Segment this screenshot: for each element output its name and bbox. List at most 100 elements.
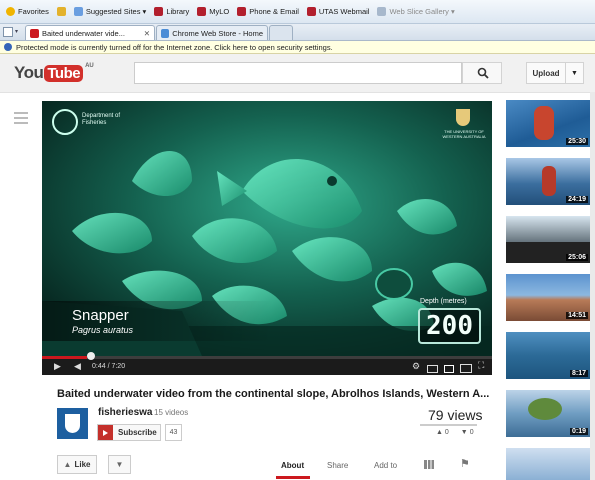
fav-library[interactable]: Library — [154, 7, 189, 16]
related-video-thumb[interactable]: 24:19 — [506, 158, 590, 205]
quick-tabs-icon[interactable] — [3, 27, 13, 37]
utas-icon — [197, 7, 207, 16]
tab-label: Chrome Web Store - Home — [172, 28, 263, 38]
channel-video-count[interactable]: 15 videos — [154, 408, 188, 417]
annotations-icon[interactable] — [427, 365, 438, 373]
thumb-duration: 25:06 — [566, 254, 588, 261]
subscribe-button[interactable]: Subscribe — [97, 424, 161, 441]
add-favorite-button[interactable] — [56, 7, 66, 16]
related-video-thumb[interactable] — [506, 448, 590, 480]
like-label: Like — [74, 460, 91, 469]
related-video-thumb[interactable]: 8:17 — [506, 332, 590, 379]
scrubber-handle[interactable] — [87, 352, 95, 360]
youtube-header: You Tube AU Upload ▼ — [0, 54, 595, 93]
youtube-play-icon — [98, 425, 113, 440]
species-latin-name: Pagrus auratus — [72, 325, 134, 335]
tab-label: Baited underwater vide... — [42, 28, 125, 38]
fav-web-slice-gallery[interactable]: Web Slice Gallery ▾ — [377, 7, 455, 16]
fav-utas-webmail[interactable]: UTAS Webmail — [306, 7, 369, 16]
protected-mode-infobar[interactable]: Protected mode is currently turned off f… — [0, 41, 595, 54]
chevron-down-icon: ▼ — [571, 69, 578, 77]
fav-phone-email[interactable]: Phone & Email — [237, 7, 299, 16]
like-count-group: ▲ 0 — [436, 429, 449, 436]
volume-icon[interactable]: ◀ — [74, 361, 81, 372]
tab-chrome-web-store[interactable]: Chrome Web Store - Home — [156, 25, 268, 40]
dislike-count-group: ▼ 0 — [461, 429, 474, 436]
related-video-thumb[interactable]: 14:51 — [506, 274, 590, 321]
tab-share[interactable]: Share — [327, 461, 348, 470]
shield-warning-icon — [4, 43, 12, 51]
dislike-count: 0 — [469, 429, 474, 436]
fav-label: Web Slice Gallery ▾ — [389, 7, 455, 16]
species-common-name: Snapper — [72, 307, 129, 324]
thumbs-down-icon: ▼ — [115, 460, 124, 469]
thumb-duration: 25:30 — [566, 138, 588, 145]
fav-mylo[interactable]: MyLO — [197, 7, 229, 16]
settings-gear-icon[interactable]: ⚙ — [412, 361, 420, 372]
crest-icon — [65, 414, 80, 433]
tab-youtube-video[interactable]: Baited underwater vide... ✕ — [25, 25, 155, 40]
uwa-watermark: THE UNIVERSITY OF WESTERN AUSTRALIA — [442, 129, 486, 139]
upload-dropdown[interactable]: ▼ — [566, 62, 584, 84]
related-video-thumb[interactable]: 25:30 — [506, 100, 590, 147]
utas-icon — [237, 7, 247, 16]
search-input[interactable] — [134, 62, 462, 84]
subscribe-label: Subscribe — [118, 428, 157, 437]
fav-suggested-sites[interactable]: Suggested Sites ▾ — [73, 7, 146, 16]
thumb-duration: 24:19 — [566, 196, 588, 203]
thumbs-up-icon: ▲ — [63, 460, 72, 469]
tab-bar: ▾ Baited underwater vide... ✕ Chrome Web… — [0, 24, 595, 41]
thumb-duration: 8:17 — [569, 370, 588, 377]
depth-readout: 200 — [418, 308, 481, 344]
logo-tube: Tube — [44, 64, 84, 82]
uwa-crest-logo — [456, 109, 470, 126]
video-player[interactable]: Department of Fisheries THE UNIVERSITY O… — [42, 101, 492, 375]
guide-menu-icon[interactable] — [14, 112, 28, 127]
active-tab-indicator — [276, 476, 310, 479]
video-frame[interactable]: Department of Fisheries THE UNIVERSITY O… — [42, 101, 492, 356]
favorites-button[interactable]: Favorites — [6, 7, 49, 16]
stats-icon[interactable] — [424, 460, 434, 469]
channel-name[interactable]: fisherieswa — [98, 407, 152, 418]
fav-label: Library — [166, 7, 190, 16]
favorites-label: Favorites — [18, 7, 49, 16]
favorites-star-icon — [6, 7, 15, 16]
tab-list-chevron-icon[interactable]: ▾ — [15, 28, 18, 35]
progress-fill — [42, 356, 87, 359]
fisheries-seal-logo — [52, 109, 78, 135]
flag-icon[interactable]: ⚑ — [460, 457, 470, 470]
fullscreen-icon[interactable]: ⛶ — [478, 360, 484, 371]
youtube-logo[interactable]: You Tube AU — [14, 63, 94, 83]
upload-button[interactable]: Upload — [526, 62, 566, 84]
tab-about[interactable]: About — [281, 461, 304, 470]
web-slice-icon — [377, 7, 387, 16]
related-video-thumb[interactable]: 0:19 — [506, 390, 590, 437]
page-scrollbar[interactable] — [590, 92, 595, 480]
add-favorite-icon — [56, 7, 66, 16]
progress-bar[interactable] — [42, 356, 492, 359]
close-tab-icon[interactable]: ✕ — [144, 29, 150, 38]
tab-add-to[interactable]: Add to — [374, 461, 397, 470]
species-caption: Snapper Pagrus auratus — [42, 301, 272, 341]
related-video-thumb[interactable]: 25:06 — [506, 216, 590, 263]
utas-icon — [306, 7, 316, 16]
fav-label: Phone & Email — [249, 7, 299, 16]
search-icon — [477, 67, 489, 79]
channel-avatar[interactable] — [57, 408, 88, 439]
logo-you: You — [14, 63, 44, 82]
search-button[interactable] — [462, 62, 502, 84]
like-button[interactable]: ▲ Like — [57, 455, 97, 474]
small-player-icon[interactable] — [444, 365, 454, 373]
ie-page-icon — [161, 28, 170, 38]
suggested-sites-icon — [73, 7, 83, 16]
play-icon[interactable]: ▶ — [54, 361, 61, 372]
thumbs-down-icon: ▼ — [460, 429, 468, 436]
subscriber-count: 43 — [165, 424, 182, 441]
dislike-button[interactable]: ▼ — [108, 455, 131, 474]
like-dislike-counts: ▲ 0 ▼ 0 — [436, 429, 474, 436]
thumbs-up-icon: ▲ — [436, 429, 443, 436]
large-player-icon[interactable] — [460, 364, 472, 373]
video-title: Baited underwater video from the contine… — [57, 388, 490, 400]
new-tab-button[interactable] — [269, 25, 293, 40]
time-current: 0:44 — [92, 363, 106, 370]
